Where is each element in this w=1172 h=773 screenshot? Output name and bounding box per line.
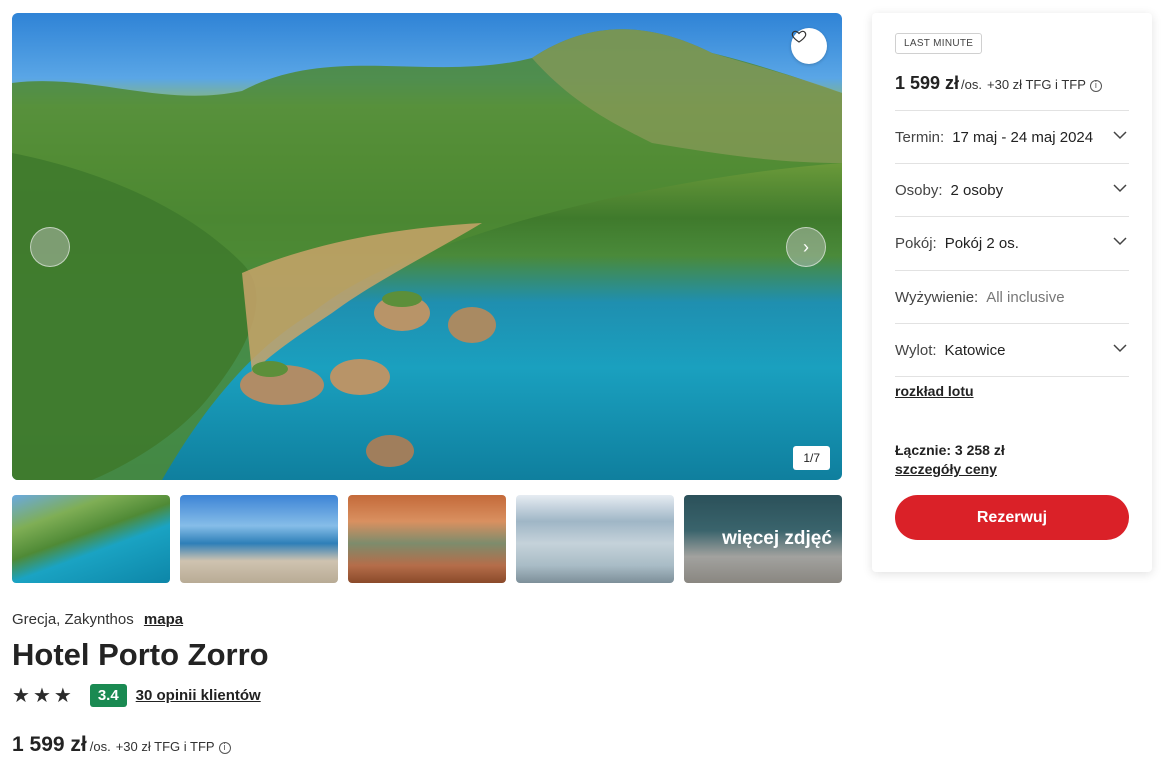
total-price: Łącznie: 3 258 zł — [895, 442, 1005, 458]
term-value: 17 maj - 24 maj 2024 — [952, 128, 1094, 146]
gallery-prev-button[interactable] — [30, 227, 70, 267]
gallery-next-button[interactable]: › — [786, 227, 826, 267]
star-icon: ★ — [32, 684, 51, 707]
more-photos-label: więcej zdjęć — [684, 495, 842, 583]
chevron-right-icon: › — [803, 236, 809, 257]
chevron-down-icon — [1113, 184, 1127, 193]
divider — [895, 376, 1129, 377]
score-badge: 3.4 — [89, 684, 127, 707]
term-label: Termin: — [895, 128, 945, 146]
room-value: Pokój 2 os. — [944, 234, 1019, 252]
departure-select[interactable]: Wylot: Katowice — [895, 323, 1129, 376]
panel-price-extra: +30 zł TFG i TFP — [987, 77, 1086, 92]
price-unit: /os. — [89, 739, 111, 754]
hero-landscape — [12, 29, 842, 480]
hotel-stars: ★ ★ ★ — [12, 686, 72, 706]
reviews-link[interactable]: 30 opinii klientów — [136, 687, 261, 704]
price-details-link[interactable]: szczegóły ceny — [895, 461, 997, 477]
hotel-location: Grecja, Zakynthos mapa — [12, 611, 183, 628]
panel-price: 1 599 zł /os. +30 zł TFG i TFP i — [895, 73, 1102, 94]
departure-value: Katowice — [944, 341, 1006, 359]
hotel-price: 1 599 zł /os. +30 zł TFG i TFP i — [12, 733, 231, 757]
panel-price-unit: /os. — [961, 77, 983, 92]
hero-photo[interactable]: › 1/7 — [12, 13, 842, 480]
star-icon: ★ — [53, 684, 72, 707]
thumbnail-1[interactable] — [12, 495, 170, 583]
heart-icon — [791, 30, 807, 43]
departure-label: Wylot: — [895, 341, 937, 359]
price-value: 1 599 zł — [12, 733, 87, 756]
thumbnail-2[interactable] — [180, 495, 338, 583]
gallery-counter: 1/7 — [793, 446, 830, 470]
thumbnail-more-photos[interactable]: więcej zdjęć — [684, 495, 842, 583]
booking-panel: LAST MINUTE 1 599 zł /os. +30 zł TFG i T… — [872, 13, 1152, 572]
chevron-down-icon — [1113, 237, 1127, 246]
thumbnail-3[interactable] — [348, 495, 506, 583]
last-minute-badge: LAST MINUTE — [895, 33, 983, 54]
info-icon[interactable]: i — [1089, 80, 1102, 92]
flight-schedule-link[interactable]: rozkład lotu — [895, 383, 974, 399]
board-label: Wyżywienie: — [895, 288, 979, 306]
chevron-down-icon — [1113, 344, 1127, 353]
board-value: All inclusive — [986, 288, 1065, 306]
room-select[interactable]: Pokój: Pokój 2 os. — [895, 216, 1129, 269]
favorite-heart-button[interactable] — [791, 28, 827, 64]
price-extra: +30 zł TFG i TFP — [115, 739, 215, 754]
persons-select[interactable]: Osoby: 2 osoby — [895, 163, 1129, 216]
room-label: Pokój: — [895, 234, 937, 252]
book-button[interactable]: Rezerwuj — [895, 495, 1129, 540]
rating-row: ★ ★ ★ 3.4 30 opinii klientów — [12, 684, 261, 707]
map-link[interactable]: mapa — [144, 611, 183, 628]
chevron-down-icon — [1113, 131, 1127, 140]
info-icon[interactable]: i — [218, 742, 231, 754]
star-icon: ★ — [12, 684, 30, 707]
board-row: Wyżywienie: All inclusive — [895, 270, 1129, 323]
panel-price-value: 1 599 zł — [895, 73, 960, 93]
thumbnail-4[interactable] — [516, 495, 674, 583]
location-text: Grecja, Zakynthos — [12, 611, 134, 628]
gallery-thumbnails: więcej zdjęć — [12, 495, 842, 583]
persons-label: Osoby: — [895, 181, 943, 199]
hotel-name: Hotel Porto Zorro — [12, 637, 269, 672]
term-select[interactable]: Termin: 17 maj - 24 maj 2024 — [895, 110, 1129, 163]
persons-value: 2 osoby — [950, 181, 1004, 199]
